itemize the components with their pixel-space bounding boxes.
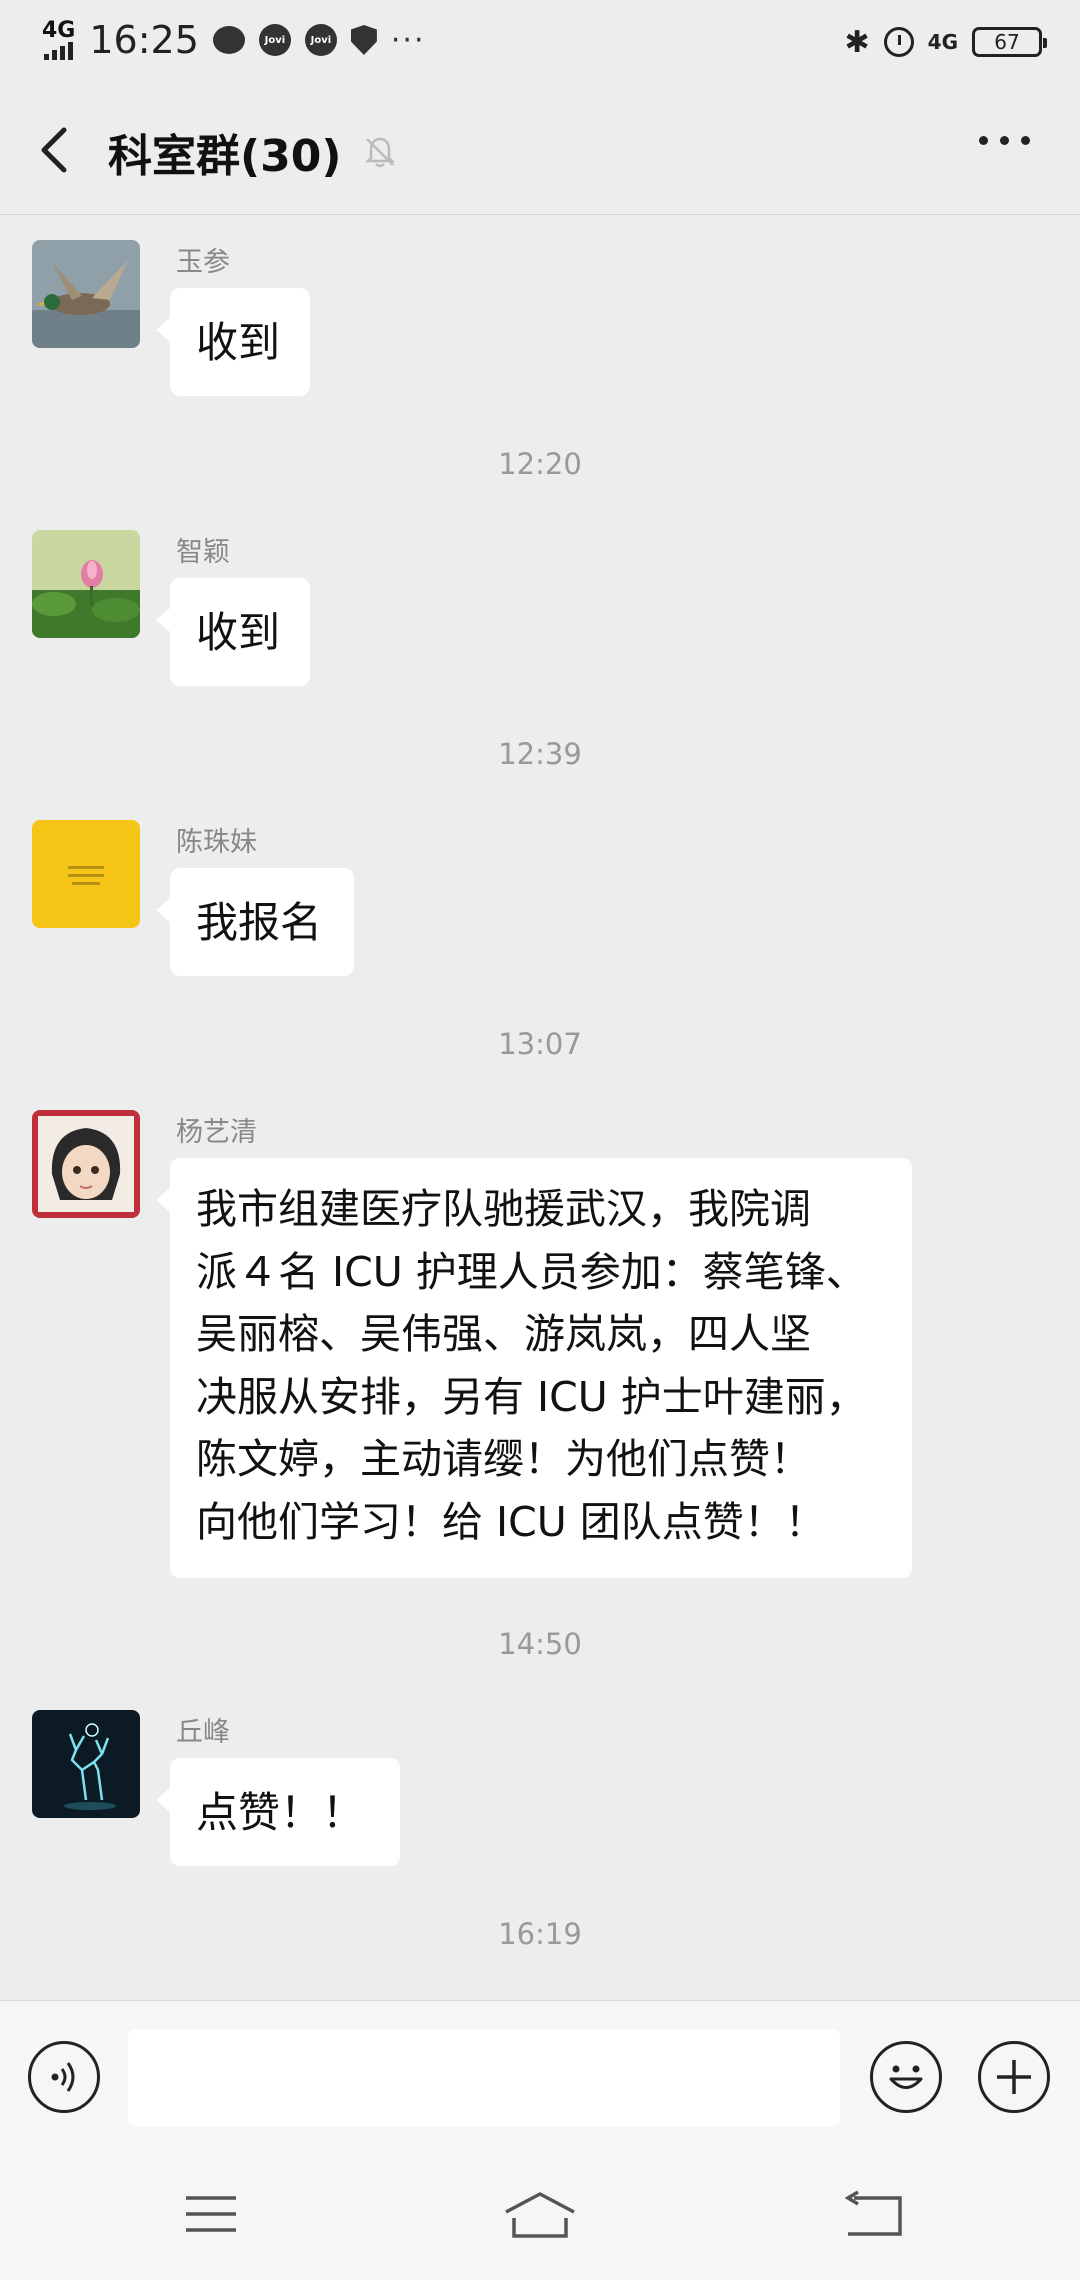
status-bar: 4G 16:25 Jovi Jovi ··· ✱ 4G 67 (0, 0, 1080, 80)
avatar[interactable] (32, 820, 140, 928)
status-time: 16:25 (89, 18, 199, 62)
avatar[interactable] (32, 240, 140, 348)
message-line: 我市组建医疗队驰援武汉，我院调 (196, 1185, 811, 1233)
avatar[interactable] (32, 530, 140, 638)
voice-icon (51, 2062, 75, 2092)
message-bubble[interactable]: 我市组建医疗队驰援武汉，我院调 派４名 ICU 护理人员参加：蔡笔锋、 吴丽榕、… (156, 1158, 912, 1578)
back-nav-icon[interactable] (840, 2190, 904, 2238)
menu-icon[interactable] (184, 2192, 238, 2236)
system-nav-bar (0, 2150, 1080, 2280)
yellow-avatar-image (32, 820, 140, 928)
message-line: 吴丽榕、吴伟强、游岚岚，四人坚 (196, 1310, 811, 1358)
duck-avatar-image (32, 240, 140, 348)
message-line: 陈文婷，主动请缨！为他们点赞！ (196, 1435, 811, 1483)
back-arrow-icon[interactable] (30, 120, 80, 180)
girl-avatar-image (32, 1110, 140, 1218)
avatar[interactable] (32, 1110, 140, 1218)
signal-indicator: 4G (42, 20, 75, 60)
avatar[interactable] (32, 1710, 140, 1818)
sender-name: 智颖 (176, 537, 230, 568)
network-type-label: 4G (927, 30, 958, 54)
message-input[interactable] (128, 2029, 840, 2127)
message-list[interactable]: 玉参 收到 12:20 智颖 收到 12:39 陈珠妹 我报名 13:07 杨艺… (0, 215, 1080, 2000)
voice-input-button[interactable] (28, 2041, 100, 2113)
message-timestamp: 16:19 (498, 1917, 582, 1951)
message-timestamp: 12:39 (498, 737, 582, 771)
more-functions-button[interactable] (978, 2041, 1050, 2113)
message-timestamp: 13:07 (498, 1027, 582, 1061)
message-notification-icon (212, 26, 245, 54)
jovi-notification-icon: Jovi (304, 24, 337, 56)
sender-name: 杨艺清 (176, 1117, 257, 1148)
message-line: 向他们学习！给 ICU 团队点赞！！ (196, 1497, 826, 1546)
message-line: 派４名 ICU 护理人员参加：蔡笔锋、 (196, 1247, 867, 1296)
message-timestamp: 12:20 (498, 447, 582, 481)
shield-icon (350, 25, 377, 55)
more-notifications-icon: ··· (390, 22, 426, 58)
plus-icon (997, 2060, 1031, 2094)
message-bubble[interactable]: 收到 (156, 578, 310, 686)
input-bar (0, 2000, 1080, 2151)
signal-bars-icon (44, 42, 74, 60)
chat-header: 科室群(30) (0, 80, 1080, 215)
lotus-avatar-image (32, 530, 140, 638)
message-bubble[interactable]: 收到 (156, 288, 310, 396)
sender-name: 陈珠妹 (176, 827, 257, 858)
message-timestamp: 14:50 (498, 1627, 582, 1661)
mute-bell-icon (365, 137, 396, 168)
more-options-icon[interactable] (979, 136, 1030, 145)
smiley-icon (889, 2065, 923, 2089)
message-bubble[interactable]: 我报名 (156, 868, 354, 976)
chat-title: 科室群(30) (108, 131, 342, 182)
battery-icon: 67 (972, 27, 1047, 57)
jovi-notification-icon: Jovi (258, 24, 291, 56)
deer-avatar-image (32, 1710, 140, 1818)
emoji-button[interactable] (870, 2041, 942, 2113)
home-icon[interactable] (502, 2190, 578, 2240)
sender-name: 丘峰 (176, 1717, 230, 1748)
alarm-icon (883, 27, 914, 57)
network-type-label: 4G (42, 18, 76, 43)
message-line: 决服从安排，另有 ICU 护士叶建丽， (196, 1372, 867, 1421)
message-bubble[interactable]: 点赞！！ (156, 1758, 400, 1866)
bluetooth-icon: ✱ (844, 24, 870, 60)
sender-name: 玉参 (176, 247, 230, 278)
